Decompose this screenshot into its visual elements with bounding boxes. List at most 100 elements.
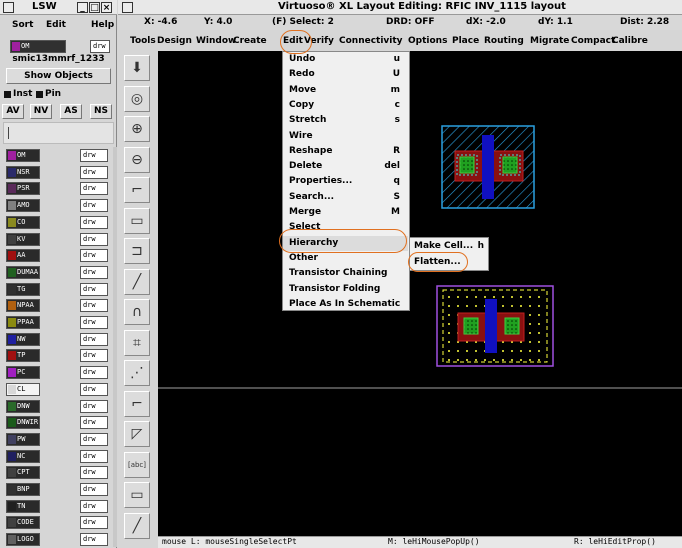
cursor-x: X: -4.6 [144, 17, 178, 27]
edit-menu-item-stretch[interactable]: Stretch s [283, 113, 408, 128]
status-mouse-left: mouse L: mouseSingleSelectPt [162, 537, 297, 546]
ruler-icon[interactable]: ╱ [124, 512, 150, 539]
edit-menu-item-other[interactable]: Other [283, 251, 408, 266]
layer-list-scrollbar[interactable] [113, 147, 117, 547]
menu-calibre[interactable]: Calibre [612, 36, 648, 46]
layer-row-tn[interactable]: TN drw [6, 499, 111, 514]
maximize-icon[interactable]: □ [89, 2, 100, 13]
layer-row-bnp[interactable]: BNP drw [6, 482, 111, 497]
shape-icon[interactable]: ◸ [124, 421, 150, 447]
layer-purpose: drw [80, 165, 108, 179]
window-menu-icon[interactable] [3, 2, 14, 13]
path-icon[interactable]: ╱ [124, 268, 150, 295]
layer-row-dumaa[interactable]: DUMAA drw [6, 265, 111, 280]
edit-menu-item-redo[interactable]: Redo U [283, 67, 408, 82]
layer-purpose: drw [80, 249, 108, 263]
layout-canvas[interactable]: Undo u Redo U Move m Copy c Stretch s Wire Reshape R… [158, 51, 682, 536]
arc-icon[interactable]: ∩ [124, 299, 150, 325]
inst-checkbox[interactable] [4, 91, 11, 98]
layer-row-pw[interactable]: PW drw [6, 432, 111, 447]
zoom-in-icon[interactable]: ⊕ [124, 116, 150, 142]
menu-place[interactable]: Place [452, 36, 479, 46]
layer-row-ppaa[interactable]: PPAA drw [6, 315, 111, 330]
menu-compact[interactable]: Compact [571, 36, 615, 46]
edit-menu-item-transistor-chaining[interactable]: Transistor Chaining [283, 266, 408, 281]
label-icon[interactable]: [abc] [124, 451, 150, 478]
move-icon[interactable]: ⊐ [124, 238, 150, 264]
save-icon[interactable]: ⬇ [124, 55, 150, 81]
menu-window[interactable]: Window [196, 36, 236, 46]
edit-menu-item-transistor-folding[interactable]: Transistor Folding [283, 282, 408, 297]
layer-row-dnwir[interactable]: DNWIR drw [6, 415, 111, 430]
layer-swatch: CODE [6, 516, 40, 530]
show-objects-button[interactable]: Show Objects [6, 68, 111, 84]
menu-design[interactable]: Design [157, 36, 192, 46]
layer-row-psr[interactable]: PSR drw [6, 181, 111, 196]
edit-menu-item-delete[interactable]: Delete del [283, 159, 408, 174]
layer-purpose: drw [80, 316, 108, 329]
edit-menu-item-reshape[interactable]: Reshape R [283, 144, 408, 159]
edit-menu-item-move[interactable]: Move m [283, 83, 408, 98]
edit-menu-item-merge[interactable]: Merge M [283, 205, 408, 220]
edit-menu-item-wire[interactable]: Wire [283, 129, 408, 144]
instance-icon[interactable]: ⌗ [124, 329, 150, 356]
layer-row-tp[interactable]: TP drw [6, 348, 111, 363]
layer-filter-input[interactable] [3, 122, 114, 144]
layout-drawing [158, 125, 682, 389]
wire-icon[interactable]: ⌐ [124, 390, 150, 417]
layer-row-co[interactable]: CO drw [6, 215, 111, 230]
menu-connectivity[interactable]: Connectivity [339, 36, 403, 46]
layer-row-aa[interactable]: AA drw [6, 248, 111, 263]
layer-row-dnw[interactable]: DNW drw [6, 399, 111, 414]
main-titlebar: Virtuoso® XL Layout Editing: RFIC INV_11… [118, 0, 682, 15]
layer-swatch: NC [6, 449, 40, 463]
window-menu-icon[interactable] [122, 2, 133, 13]
nv-button[interactable]: NV [30, 104, 52, 119]
close-icon[interactable]: × [101, 2, 112, 13]
edit-menu-item-place-as-in-schematic[interactable]: Place As In Schematic [283, 297, 408, 312]
edit-menu-item-properties[interactable]: Properties... q [283, 174, 408, 189]
lsw-menu-help[interactable]: Help [91, 20, 114, 30]
pin-checkbox[interactable] [36, 91, 43, 98]
layer-row-om[interactable]: OM drw [6, 148, 111, 163]
current-layer[interactable]: OM drw [10, 39, 110, 53]
main-window: Virtuoso® XL Layout Editing: RFIC INV_11… [118, 0, 682, 548]
layer-row-cpt[interactable]: CPT drw [6, 465, 111, 480]
layer-row-npaa[interactable]: NPAA drw [6, 298, 111, 313]
layer-row-cl[interactable]: CL drw [6, 382, 111, 397]
menu-options[interactable]: Options [408, 36, 447, 46]
ns-button[interactable]: NS [90, 104, 112, 119]
menu-tools[interactable]: Tools [130, 36, 156, 46]
layer-row-pc[interactable]: PC drw [6, 365, 111, 380]
edit-menu-item-copy[interactable]: Copy c [283, 98, 408, 113]
layer-row-tg[interactable]: TG drw [6, 282, 111, 297]
layer-row-kv[interactable]: KV drw [6, 232, 111, 247]
menu-migrate[interactable]: Migrate [530, 36, 569, 46]
as-button[interactable]: AS [60, 104, 82, 119]
edit-menu-item-search[interactable]: Search... S [283, 190, 408, 205]
layer-row-amo[interactable]: AMO drw [6, 198, 111, 213]
cursor-y: Y: 4.0 [204, 17, 233, 27]
layer-row-nc[interactable]: NC drw [6, 449, 111, 464]
zoom-fit-icon[interactable]: ◎ [124, 85, 150, 112]
edit-menu-item-undo[interactable]: Undo u [283, 52, 408, 67]
layer-row-nsr[interactable]: NSR drw [6, 165, 111, 180]
layer-row-code[interactable]: CODE drw [6, 515, 111, 530]
copy-icon[interactable]: ▭ [124, 207, 150, 234]
layer-name: NSR [17, 167, 30, 176]
lsw-menu-edit[interactable]: Edit [46, 20, 66, 30]
layer-row-logo[interactable]: LOGO drw [6, 532, 111, 547]
stretch-icon[interactable]: ⌐ [124, 177, 150, 203]
lsw-menu-sort[interactable]: Sort [12, 20, 33, 30]
zoom-out-icon[interactable]: ⊖ [124, 146, 150, 173]
av-button[interactable]: AV [2, 104, 24, 119]
menu-routing[interactable]: Routing [484, 36, 524, 46]
rectangle-icon[interactable]: ▭ [124, 482, 150, 508]
layer-purpose: drw [80, 432, 108, 446]
minimize-icon[interactable]: _ [77, 2, 88, 13]
layer-row-nw[interactable]: NW drw [6, 332, 111, 347]
layer-swatch: CPT [6, 466, 40, 480]
library-name: smic13mmrf_1233 [12, 54, 105, 64]
menu-create[interactable]: Create [233, 36, 267, 46]
align-icon[interactable]: ⋰ [124, 360, 150, 386]
